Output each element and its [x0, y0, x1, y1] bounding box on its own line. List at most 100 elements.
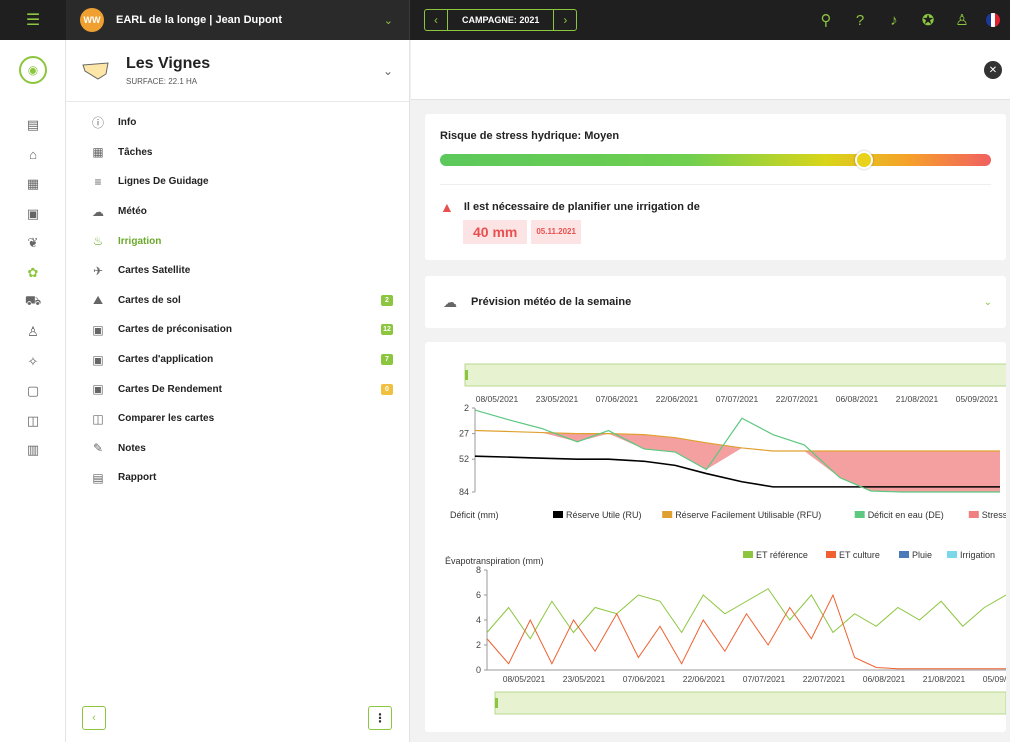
- nav-item-label: Irrigation: [118, 235, 162, 247]
- count-badge: 7: [381, 354, 393, 366]
- nav-item-label: Météo: [118, 206, 147, 218]
- nav-item-t-ches[interactable]: ▦ Tâches: [66, 138, 409, 168]
- y-tick-label: 2: [464, 403, 469, 413]
- help-icon[interactable]: ?: [850, 12, 870, 29]
- campaign-prev-button[interactable]: ‹: [425, 10, 447, 30]
- top-bar-icons: ⚲ ? ♪ ✪ ♙: [816, 0, 1000, 40]
- farm-icon[interactable]: ⌂: [0, 140, 66, 170]
- nav-item-label: Cartes d'application: [118, 354, 214, 366]
- campaign-next-button[interactable]: ›: [554, 10, 576, 30]
- legend-swatch: [968, 511, 979, 518]
- x-tick-label: 07/07/2021: [716, 394, 759, 404]
- handshake-icon[interactable]: ✧: [0, 347, 66, 377]
- nav-item-label: Cartes de sol: [118, 294, 181, 306]
- crop-icon[interactable]: ❦: [0, 228, 66, 258]
- bell-icon[interactable]: ♪: [884, 12, 904, 29]
- hamburger-icon[interactable]: ☰: [0, 0, 66, 40]
- risk-gauge-marker: [855, 151, 874, 169]
- compare-maps-icon: ◫: [92, 411, 104, 426]
- legend-label: ET référence: [756, 550, 808, 560]
- x-tick-label: 08/05/2021: [503, 674, 546, 684]
- nav-item-notes[interactable]: ✎ Notes: [66, 434, 409, 464]
- main-header: [411, 40, 1010, 100]
- farm-name: EARL de la longe | Jean Dupont: [116, 14, 283, 26]
- y-tick-label: 27: [459, 429, 469, 439]
- dashboard-icon[interactable]: ▤: [0, 110, 66, 140]
- worker-icon[interactable]: ♙: [0, 317, 66, 347]
- y-tick-label: 8: [476, 565, 481, 575]
- reports-icon[interactable]: ▥: [0, 436, 66, 466]
- x-tick-label: 22/06/2021: [683, 674, 726, 684]
- field-header[interactable]: Les Vignes SURFACE: 22.1 HA ⌄: [66, 40, 409, 102]
- legend-swatch: [826, 551, 836, 558]
- close-icon[interactable]: ✕: [984, 61, 1002, 79]
- fields-icon[interactable]: ✿: [0, 258, 66, 288]
- top-bar: ☰ WW EARL de la longe | Jean Dupont ⌄ ‹ …: [0, 0, 1010, 40]
- more-options-button[interactable]: ⋮: [368, 706, 392, 730]
- nav-item-comparer-les-cartes[interactable]: ◫ Comparer les cartes: [66, 404, 409, 434]
- nav-item-cartes-de-rendement[interactable]: ▣ Cartes De Rendement 0: [66, 374, 409, 404]
- legend-label: Réserve Facilement Utilisable (RFU): [675, 510, 821, 520]
- y-tick-label: 0: [476, 665, 481, 675]
- x-tick-label: 07/06/2021: [623, 674, 666, 684]
- tasks-icon: ▦: [92, 145, 104, 160]
- count-badge: 12: [381, 324, 393, 336]
- x-tick-label: 05/09/2021: [956, 394, 999, 404]
- weather-forecast-card[interactable]: ☁ Prévision météo de la semaine ⌄: [425, 276, 1006, 328]
- y-tick-label: 2: [476, 640, 481, 650]
- legend-swatch: [854, 511, 865, 518]
- document-icon[interactable]: ▣: [0, 199, 66, 229]
- legend-label: Irrigation: [960, 550, 995, 560]
- stress-area: [475, 430, 1000, 492]
- main-content: ✕ Risque de stress hydrique: Moyen ▲ Il …: [411, 40, 1010, 742]
- nav-item-cartes-d-application[interactable]: ▣ Cartes d'application 7: [66, 345, 409, 375]
- satellite-icon[interactable]: ✪: [918, 11, 938, 29]
- report-icon: ▤: [92, 470, 104, 485]
- nav-item-cartes-satellite[interactable]: ✈ Cartes Satellite: [66, 256, 409, 286]
- legend-label: Stress hydrique: [982, 510, 1006, 520]
- campaign-selector: ‹ CAMPAGNE: 2021 ›: [424, 9, 578, 31]
- x-tick-label: 07/06/2021: [596, 394, 639, 404]
- collapse-panel-button[interactable]: ‹: [82, 706, 106, 730]
- irrigation-date: 05.11.2021: [531, 220, 581, 244]
- y-axis-label: Déficit (mm): [450, 510, 499, 520]
- nav-list: ⓘ Info ▦ Tâches ≡ Lignes De Guidage ☁ Météo ♨ Irr…: [66, 102, 409, 493]
- french-flag-icon[interactable]: [986, 13, 1000, 27]
- info-icon: ⓘ: [91, 116, 104, 131]
- y-tick-label: 4: [476, 615, 481, 625]
- calendar-icon[interactable]: ▦: [0, 169, 66, 199]
- map-icon[interactable]: ◫: [0, 406, 66, 436]
- tractor-icon[interactable]: ⛟: [0, 288, 66, 318]
- nav-item-info[interactable]: ⓘ Info: [66, 108, 409, 138]
- nav-item-rapport[interactable]: ▤ Rapport: [66, 463, 409, 493]
- nav-item-irrigation[interactable]: ♨ Irrigation: [66, 226, 409, 256]
- farm-selector[interactable]: WW EARL de la longe | Jean Dupont ⌄: [66, 0, 410, 40]
- nav-item-cartes-de-pr-conisation[interactable]: ▣ Cartes de préconisation 12: [66, 315, 409, 345]
- legend-swatch: [662, 511, 673, 518]
- yield-map-icon: ▣: [92, 382, 104, 397]
- campaign-label: CAMPAGNE: 2021: [447, 10, 555, 30]
- alert-text: Il est nécessaire de planifier une irrig…: [463, 201, 700, 213]
- soil-map-icon: ⛰: [92, 292, 104, 307]
- field-surface: SURFACE: 22.1 HA: [126, 77, 198, 86]
- logo-icon[interactable]: ◉: [19, 56, 47, 84]
- user-icon[interactable]: ♙: [952, 11, 972, 29]
- nav-item-m-t-o[interactable]: ☁ Météo: [66, 197, 409, 227]
- risk-title: Risque de stress hydrique: Moyen: [440, 130, 620, 142]
- nav-item-label: Notes: [118, 442, 146, 454]
- nav-item-cartes-de-sol[interactable]: ⛰ Cartes de sol 2: [66, 286, 409, 316]
- x-tick-label: 08/05/2021: [476, 394, 519, 404]
- application-map-icon: ▣: [92, 352, 104, 367]
- x-tick-label: 23/05/2021: [536, 394, 579, 404]
- nav-item-lignes-de-guidage[interactable]: ≡ Lignes De Guidage: [66, 167, 409, 197]
- chevron-down-icon[interactable]: ⌄: [383, 64, 393, 78]
- satellite-icon: ✈: [92, 263, 104, 278]
- risk-gauge: [440, 151, 991, 169]
- field-shape-icon: [82, 61, 109, 80]
- search-icon[interactable]: ⚲: [816, 11, 836, 29]
- irrigation-charts-card: 08/05/2021 23/05/2021 07/06/2021 22/06/2021…: [425, 342, 1006, 732]
- inventory-icon[interactable]: ▢: [0, 376, 66, 406]
- field-name: Les Vignes: [126, 55, 211, 72]
- x-tick-label: 06/08/2021: [836, 394, 879, 404]
- weather-forecast-title: Prévision météo de la semaine: [471, 296, 632, 308]
